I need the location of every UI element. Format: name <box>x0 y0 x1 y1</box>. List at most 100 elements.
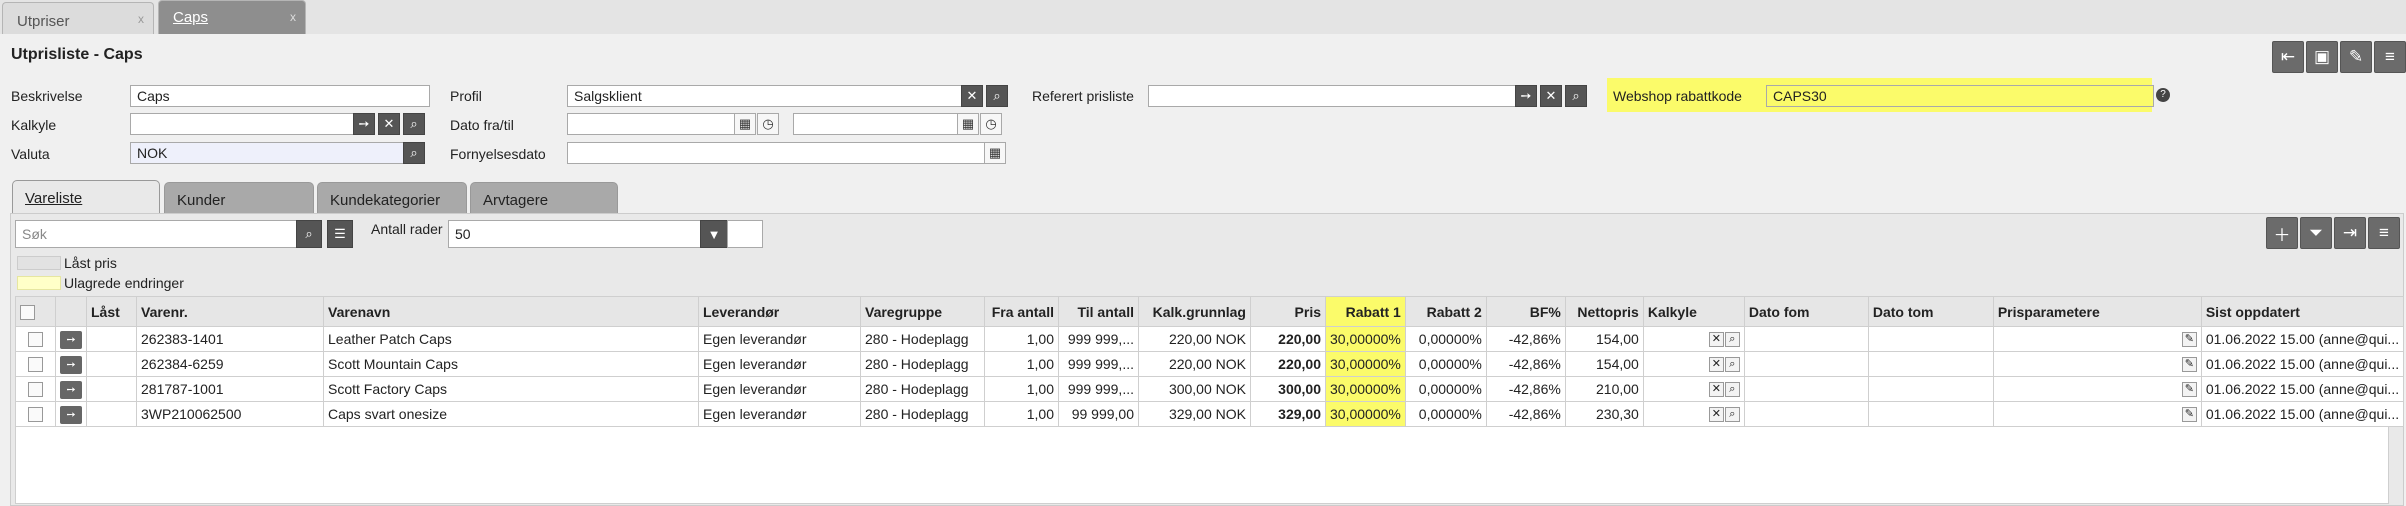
table-row[interactable]: ➙ 262383-1401 Leather Patch Caps Egen le… <box>15 326 2405 352</box>
antall-rader-extra[interactable] <box>727 220 763 248</box>
col-header[interactable]: BF% <box>1485 296 1566 327</box>
dato-fom-cell[interactable] <box>1743 401 1869 427</box>
beskrivelse-field[interactable]: Caps <box>130 85 430 107</box>
row-checkbox[interactable] <box>28 407 43 423</box>
antall-rader-dropdown[interactable]: ▼ <box>700 220 728 248</box>
col-header[interactable]: Varegruppe <box>860 296 985 327</box>
col-header[interactable]: Prisparametere <box>1992 296 2202 327</box>
webshop-rabattkode-field[interactable]: CAPS30 <box>1766 85 2154 107</box>
search-button[interactable]: ⌕ <box>296 220 322 248</box>
table-row[interactable]: ➙ 262384-6259 Scott Mountain Caps Egen l… <box>15 351 2405 377</box>
rabatt2-cell[interactable]: 0,00000% <box>1404 376 1487 402</box>
referert-clear-button[interactable]: ✕ <box>1540 85 1562 107</box>
close-icon[interactable]: ✕ <box>1708 357 1724 373</box>
row-select-cell[interactable] <box>15 351 56 377</box>
col-header[interactable]: Kalk.grunnlag <box>1138 296 1251 327</box>
row-action-cell[interactable]: ➙ <box>55 351 87 377</box>
rabatt1-cell[interactable]: 30,00000% <box>1325 351 1406 377</box>
referert-goto-button[interactable]: ➙ <box>1515 85 1537 107</box>
col-header[interactable]: Rabatt 1 <box>1325 296 1406 327</box>
arrow-right-icon[interactable]: ➙ <box>60 405 82 424</box>
row-action-cell[interactable]: ➙ <box>55 401 87 427</box>
goto-button[interactable]: ➙ <box>353 113 375 135</box>
edit-icon[interactable]: ✎ <box>2181 332 2197 348</box>
rabatt2-cell[interactable]: 0,00000% <box>1404 351 1487 377</box>
antall-rader-select[interactable]: 50 <box>448 220 701 248</box>
dato-fra-field[interactable] <box>567 113 735 135</box>
search-icon[interactable]: ⌕ <box>1724 332 1740 348</box>
col-header[interactable]: Pris <box>1250 296 1326 327</box>
close-icon[interactable]: x <box>290 10 296 24</box>
row-select-cell[interactable] <box>15 376 56 402</box>
row-action-cell[interactable]: ➙ <box>55 376 87 402</box>
referert-search-button[interactable]: ⌕ <box>1565 85 1587 107</box>
calendar-button[interactable]: ▦ <box>957 113 979 135</box>
rabatt1-cell[interactable]: 30,00000% <box>1325 376 1406 402</box>
edit-icon[interactable]: ✎ <box>2181 382 2197 398</box>
dato-tom-cell[interactable] <box>1867 326 1994 352</box>
rabatt2-cell[interactable]: 0,00000% <box>1404 326 1487 352</box>
clock-button[interactable]: ◷ <box>757 113 779 135</box>
arrow-right-icon[interactable]: ➙ <box>60 355 82 374</box>
search-icon[interactable]: ⌕ <box>1724 407 1740 423</box>
clear-button[interactable]: ✕ <box>378 113 400 135</box>
tab-kunder[interactable]: Kunder <box>164 182 314 214</box>
edit-icon[interactable]: ✎ <box>2181 407 2197 423</box>
tab-arvtagere[interactable]: Arvtagere <box>470 182 618 214</box>
close-icon[interactable]: ✕ <box>1708 332 1724 348</box>
clock-button[interactable]: ◷ <box>980 113 1002 135</box>
edit-icon[interactable]: ✎ <box>2181 357 2197 373</box>
select-all-header[interactable] <box>15 296 56 327</box>
search-icon[interactable]: ⌕ <box>1724 382 1740 398</box>
dato-fom-cell[interactable] <box>1743 326 1869 352</box>
close-icon[interactable]: ✕ <box>1708 382 1724 398</box>
arrow-right-icon[interactable]: ➙ <box>60 380 82 399</box>
tools-button[interactable]: ✎ <box>2340 41 2372 73</box>
add-row-button[interactable]: ＋ <box>2266 217 2298 249</box>
save-button[interactable]: ▣ <box>2306 41 2338 73</box>
referert-field[interactable] <box>1148 85 1516 107</box>
col-header[interactable]: Sist oppdatert <box>2200 296 2405 327</box>
pris-cell[interactable]: 329,00 <box>1250 401 1326 427</box>
col-header[interactable]: Kalkyle <box>1642 296 1745 327</box>
exit-button[interactable]: ⇤ <box>2272 41 2304 73</box>
pris-cell[interactable]: 220,00 <box>1250 351 1326 377</box>
close-icon[interactable]: x <box>138 12 144 26</box>
kalkyle-field[interactable] <box>130 113 354 135</box>
select-all-checkbox[interactable] <box>20 304 35 320</box>
arrow-right-icon[interactable]: ➙ <box>60 330 82 349</box>
row-select-cell[interactable] <box>15 326 56 352</box>
row-checkbox[interactable] <box>28 332 43 348</box>
row-checkbox[interactable] <box>28 382 43 398</box>
col-header[interactable]: Dato tom <box>1867 296 1994 327</box>
row-checkbox[interactable] <box>28 357 43 373</box>
dato-tom-cell[interactable] <box>1867 351 1994 377</box>
col-header[interactable]: Til antall <box>1058 296 1139 327</box>
dato-til-field[interactable] <box>793 113 958 135</box>
export-button[interactable]: ⇥ <box>2334 217 2366 249</box>
grid-menu-button[interactable]: ≡ <box>2368 217 2400 249</box>
filter-button[interactable]: ⏷ <box>2300 217 2332 249</box>
col-header[interactable]: Leverandør <box>698 296 861 327</box>
col-header[interactable]: Rabatt 2 <box>1404 296 1487 327</box>
rabatt1-cell[interactable]: 30,00000% <box>1325 401 1406 427</box>
row-select-cell[interactable] <box>15 401 56 427</box>
profil-field[interactable]: Salgsklient <box>567 85 962 107</box>
dato-fom-cell[interactable] <box>1743 351 1869 377</box>
table-row[interactable]: ➙ 281787-1001 Scott Factory Caps Egen le… <box>15 376 2405 402</box>
search-button[interactable]: ⌕ <box>403 113 425 135</box>
dato-tom-cell[interactable] <box>1867 376 1994 402</box>
help-icon[interactable]: ? <box>2156 88 2170 102</box>
calendar-button[interactable]: ▦ <box>984 142 1006 164</box>
dato-tom-cell[interactable] <box>1867 401 1994 427</box>
advanced-search-button[interactable]: ☰ <box>327 220 353 248</box>
row-action-cell[interactable]: ➙ <box>55 326 87 352</box>
valuta-search-button[interactable]: ⌕ <box>403 142 425 164</box>
pris-cell[interactable]: 300,00 <box>1250 376 1326 402</box>
close-icon[interactable]: ✕ <box>1708 407 1724 423</box>
calendar-button[interactable]: ▦ <box>734 113 756 135</box>
profil-search-button[interactable]: ⌕ <box>986 85 1008 107</box>
doc-tab-utpriser[interactable]: Utpriser x <box>2 2 154 34</box>
col-header[interactable]: Nettopris <box>1564 296 1644 327</box>
col-header[interactable]: Varenr. <box>136 296 324 327</box>
